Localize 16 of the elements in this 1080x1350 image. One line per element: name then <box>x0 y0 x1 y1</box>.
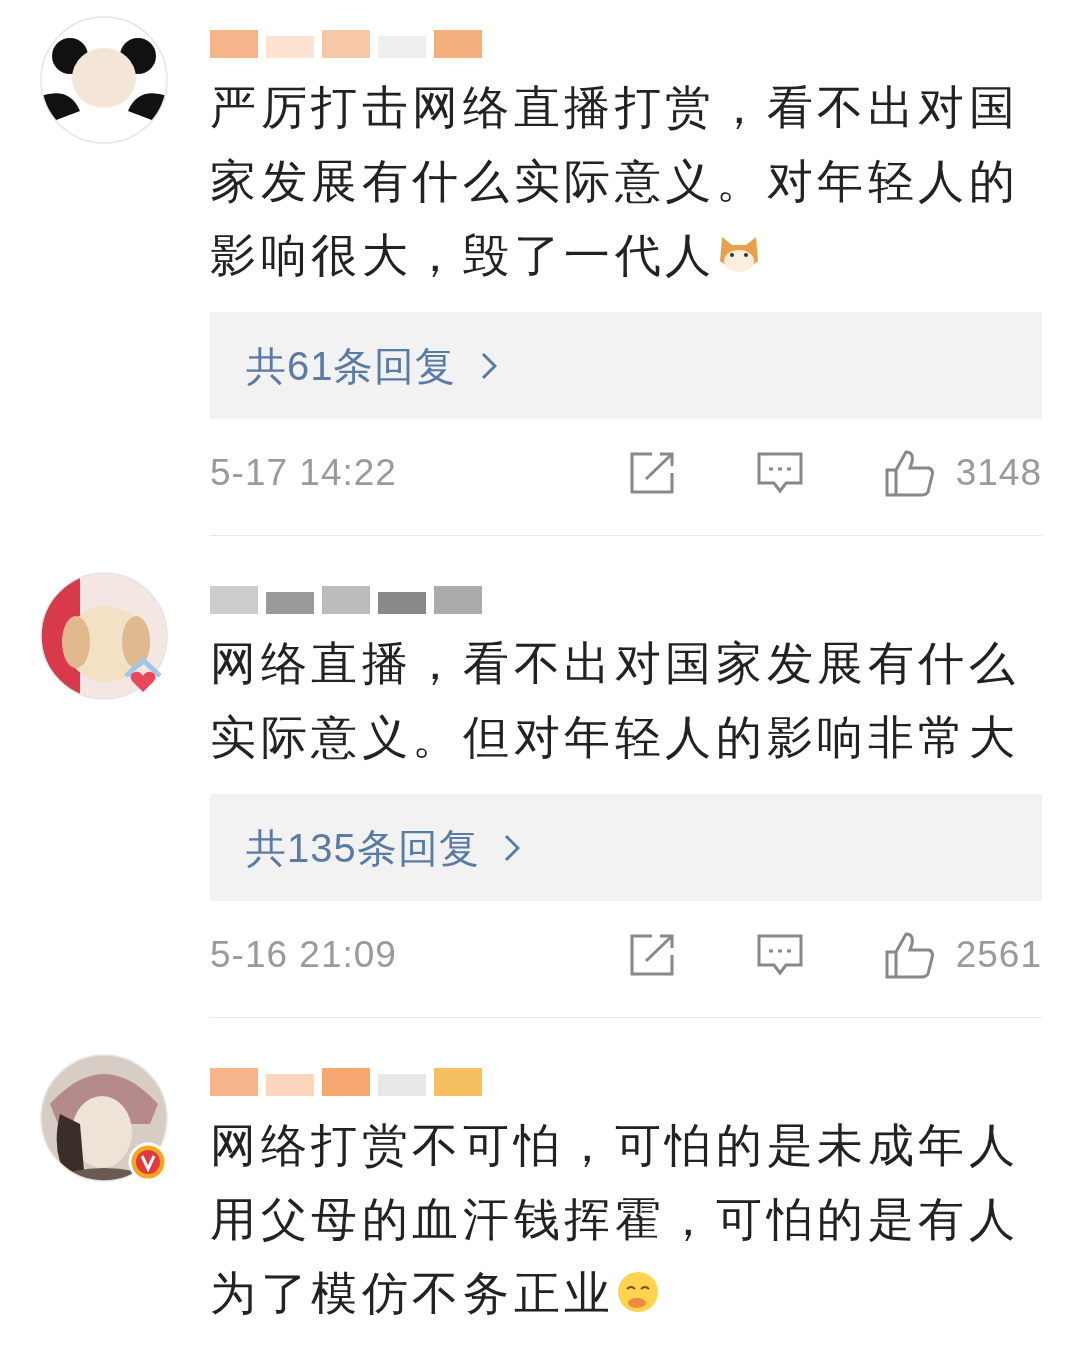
thumbs-up-icon[interactable] <box>883 448 936 498</box>
verified-badge-icon <box>128 1142 168 1182</box>
chevron-right-icon <box>480 351 497 380</box>
comment-time: 5-16 21:09 <box>210 933 397 978</box>
view-replies-link[interactable]: 共135条回复 <box>246 817 520 878</box>
comment-icon[interactable] <box>755 933 804 977</box>
like-count: 3148 <box>955 451 1042 496</box>
like-count: 2561 <box>955 933 1042 978</box>
comment-icon[interactable] <box>755 451 804 495</box>
thumbs-up-icon[interactable] <box>883 930 936 980</box>
comment-text: 网络打赏不可怕，可怕的是未成年人用父母的血汗钱挥霍，可怕的是有人为了模仿不务正业 <box>210 1118 1021 1321</box>
view-replies-link[interactable]: 共61条回复 <box>246 335 497 396</box>
comment-text: 网络直播，看不出对国家发展有什么实际意义。但对年轻人的影响非常大 <box>210 636 1021 765</box>
comment-text: 严厉打击网络直播打赏，看不出对国家发展有什么实际意义。对年轻人的影响很大，毁了一代人 <box>210 80 1021 283</box>
comment-time: 5-17 14:22 <box>210 451 397 496</box>
chevron-right-icon <box>503 833 520 862</box>
